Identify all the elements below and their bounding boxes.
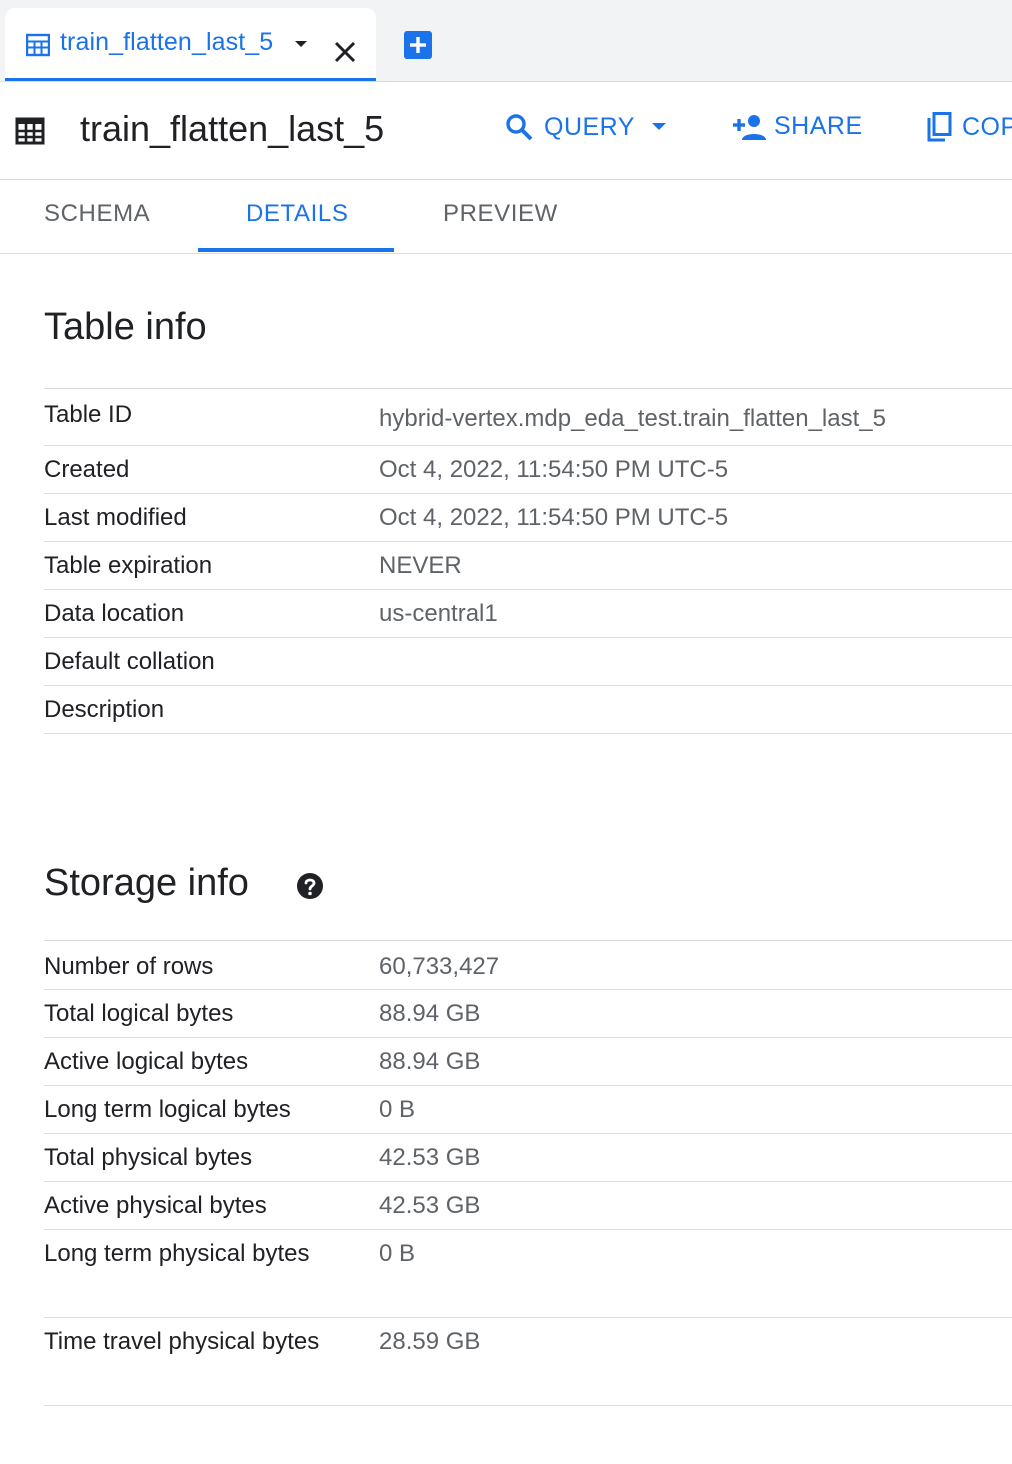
table-info-row: Table expiration NEVER	[44, 542, 1012, 590]
caret-down-icon[interactable]	[294, 39, 308, 49]
copy-button[interactable]: COP	[926, 112, 1012, 142]
row-value: 28.59 GB	[379, 1328, 481, 1355]
table-icon	[26, 33, 50, 57]
add-person-icon	[733, 114, 766, 140]
tab-preview[interactable]: PREVIEW	[443, 200, 558, 228]
row-value: 42.53 GB	[379, 1192, 481, 1219]
table-info-row: Description	[44, 686, 1012, 734]
row-value: 42.53 GB	[379, 1144, 481, 1171]
copy-button-label: COP	[962, 112, 1012, 141]
row-label: Total physical bytes	[44, 1144, 253, 1171]
storage-info-row: Total physical bytes 42.53 GB	[44, 1134, 1012, 1182]
table-info-row: Default collation	[44, 638, 1012, 686]
editor-tab-strip: train_flatten_last_5	[0, 0, 1012, 82]
caret-down-icon	[651, 123, 666, 130]
add-tab-icon[interactable]	[403, 30, 433, 60]
storage-info-row: Long term logical bytes 0 B	[44, 1086, 1012, 1134]
query-button[interactable]: QUERY	[504, 112, 667, 142]
row-label: Description	[44, 696, 165, 723]
row-value: Oct 4, 2022, 11:54:50 PM UTC-5	[379, 456, 729, 483]
active-tab-indicator	[5, 78, 376, 81]
row-label: Number of rows	[44, 953, 214, 980]
storage-info-row: Time travel physical bytes 28.59 GB	[44, 1318, 1012, 1406]
table-icon	[15, 117, 45, 145]
row-label: Last modified	[44, 504, 187, 531]
row-value: 0 B	[379, 1240, 416, 1267]
row-label: Total logical bytes	[44, 1000, 234, 1027]
row-label: Time travel physical bytes	[44, 1328, 320, 1355]
row-value: 88.94 GB	[379, 1000, 481, 1027]
row-value: 60,733,427	[379, 953, 500, 980]
row-value: NEVER	[379, 552, 462, 579]
row-value: hybrid-vertex.mdp_eda_test.train_flatten…	[379, 405, 886, 432]
share-button-label: SHARE	[774, 112, 863, 140]
storage-info-row: Number of rows 60,733,427	[44, 941, 1012, 990]
row-label: Active physical bytes	[44, 1192, 267, 1219]
row-value: 88.94 GB	[379, 1048, 481, 1075]
editor-tab-title: train_flatten_last_5	[60, 28, 274, 56]
storage-info-table: Number of rows 60,733,427 Total logical …	[44, 940, 1012, 1406]
table-info-row: Last modified Oct 4, 2022, 11:54:50 PM U…	[44, 494, 1012, 542]
storage-info-row: Active physical bytes 42.53 GB	[44, 1182, 1012, 1230]
row-value: 0 B	[379, 1096, 416, 1123]
row-value	[379, 638, 1012, 685]
share-button[interactable]: SHARE	[732, 112, 863, 141]
table-info-table: Table ID hybrid-vertex.mdp_eda_test.trai…	[44, 388, 1012, 734]
storage-info-heading: Storage info	[44, 862, 249, 904]
row-value: us-central1	[379, 600, 498, 627]
row-value: Oct 4, 2022, 11:54:50 PM UTC-5	[379, 504, 729, 531]
page-title: train_flatten_last_5	[80, 108, 385, 149]
storage-info-row: Long term physical bytes 0 B	[44, 1230, 1012, 1318]
editor-tab[interactable]: train_flatten_last_5	[5, 8, 376, 81]
row-label: Table expiration	[44, 552, 213, 579]
row-label: Created	[44, 456, 130, 483]
row-label: Table ID	[44, 401, 133, 428]
storage-info-row: Active logical bytes 88.94 GB	[44, 1038, 1012, 1086]
row-label: Default collation	[44, 648, 215, 675]
query-button-label: QUERY	[544, 112, 635, 141]
table-info-row: Data location us-central1	[44, 590, 1012, 638]
active-tab-indicator	[198, 248, 394, 252]
search-icon	[506, 114, 533, 141]
row-label: Active logical bytes	[44, 1048, 249, 1075]
tab-details[interactable]: DETAILS	[246, 200, 348, 228]
copy-icon	[927, 112, 952, 142]
help-icon[interactable]	[296, 872, 324, 900]
row-label: Long term logical bytes	[44, 1096, 291, 1123]
tab-schema[interactable]: SCHEMA	[44, 200, 150, 228]
table-info-heading: Table info	[44, 306, 207, 348]
row-label: Data location	[44, 600, 185, 627]
row-label: Long term physical bytes	[44, 1240, 310, 1267]
storage-info-row: Total logical bytes 88.94 GB	[44, 990, 1012, 1038]
table-info-row: Table ID hybrid-vertex.mdp_eda_test.trai…	[44, 389, 1012, 446]
close-icon[interactable]	[330, 37, 360, 67]
table-info-row: Created Oct 4, 2022, 11:54:50 PM UTC-5	[44, 446, 1012, 494]
row-value	[379, 686, 1012, 733]
